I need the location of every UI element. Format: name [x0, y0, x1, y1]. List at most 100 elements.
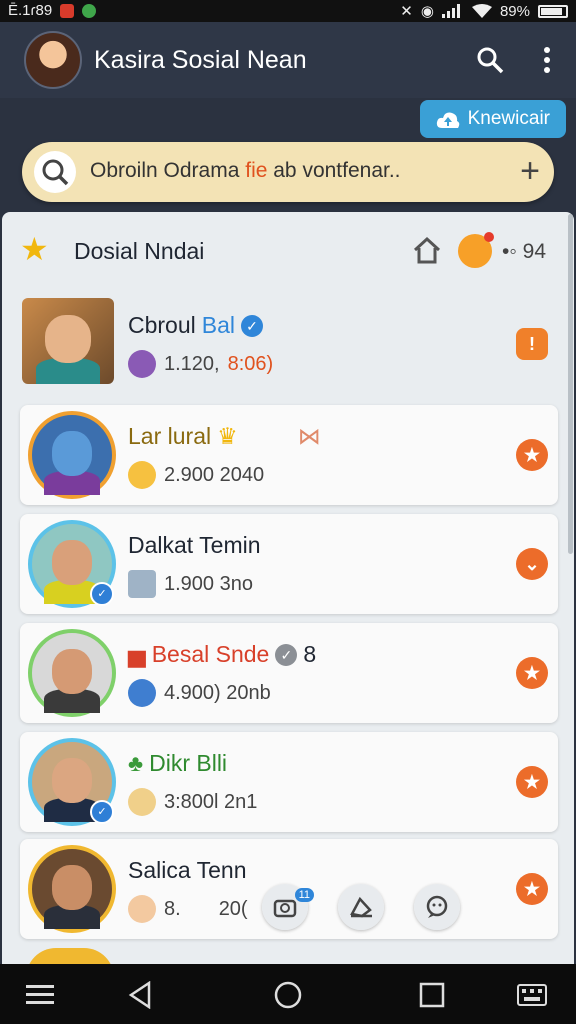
star-icon: ★ — [523, 771, 541, 792]
info-button[interactable]: ! — [516, 328, 548, 360]
item-meta: 8. 20( — [128, 895, 248, 923]
search-field-icon-wrap — [34, 151, 76, 193]
user-avatar-icon — [128, 350, 156, 378]
search-button[interactable] — [470, 40, 510, 80]
scrollbar[interactable] — [568, 214, 573, 554]
cloud-upload-icon — [436, 112, 459, 128]
home-button[interactable] — [268, 978, 308, 1012]
item-name-extra: 8 — [303, 641, 317, 667]
create-button-label: Knewicair — [467, 108, 550, 129]
item-meta-value: 8. — [164, 897, 181, 920]
item-meta: 4.900) 20nb — [128, 679, 271, 707]
list-item[interactable]: ✓ ♣ Dikr Blli 3:800l 2n1 ★ — [20, 732, 558, 832]
item-name: Salica Tenn — [128, 857, 247, 884]
item-name-text: Salica Tenn — [128, 857, 247, 883]
item-meta-value: 2.900 2040 — [164, 463, 265, 486]
favorite-button[interactable]: ★ — [516, 439, 548, 471]
search-icon — [477, 47, 504, 74]
item-meta-value: 3:800l 2n1 — [164, 790, 258, 813]
signal-icon — [441, 4, 460, 18]
app-title: Kasira Sosial Nean — [94, 46, 307, 74]
baby-icon — [128, 895, 156, 923]
verified-icon: ✓ — [275, 643, 298, 666]
location-icon — [128, 679, 156, 707]
item-meta-value: 1.120, — [164, 352, 220, 375]
battery-icon — [538, 4, 568, 18]
keyboard-button[interactable] — [512, 978, 552, 1012]
chat-icon — [426, 895, 448, 918]
favorite-button[interactable]: ★ — [516, 873, 548, 905]
battery-percent: 89% — [499, 2, 530, 20]
list-item[interactable]: ▅ Besal Snde ✓ 8 4.900) 20nb ★ — [20, 623, 558, 723]
list-item[interactable]: Lar lural ♛ ⋈ 2.900 2040 ★ — [20, 405, 558, 505]
store-icon: ▅ — [128, 641, 146, 667]
emoji-icon[interactable] — [458, 232, 494, 268]
back-button[interactable] — [120, 978, 160, 1012]
wifi-icon — [471, 4, 492, 18]
verified-badge-icon: ✓ — [90, 582, 114, 606]
search-text-highlight: fie — [245, 159, 268, 182]
create-button[interactable]: Knewicair — [419, 100, 566, 138]
status-time: Ē.1ɾ89 — [8, 2, 53, 19]
list-item[interactable]: ✓ Dalkat Temin 1.900 3no ⌄ — [20, 514, 558, 614]
search-text-start: Obroiln Odrama — [90, 159, 246, 182]
item-meta-accent: 8:06) — [227, 352, 274, 375]
recents-button[interactable] — [412, 978, 452, 1012]
verified-badge-icon: ✓ — [90, 800, 114, 824]
search-text-end: ab vontfenar.. — [267, 159, 401, 182]
list-item[interactable]: Cbroul Bal ✓ 1.120, 8:06) ! — [20, 294, 558, 394]
verified-icon: ✓ — [241, 314, 264, 337]
favorite-button[interactable]: ★ — [516, 766, 548, 798]
accept-button[interactable]: ⌄ — [516, 548, 548, 580]
item-meta-value: 4.900) 20nb — [164, 681, 271, 704]
item-name-text: Lar lural — [128, 423, 212, 449]
plus-icon[interactable]: + — [520, 151, 540, 191]
item-meta: 2.900 2040 — [128, 461, 264, 489]
item-name-part-accent: Bal — [201, 312, 236, 338]
menu-button[interactable] — [20, 978, 60, 1012]
avatar — [22, 298, 114, 384]
panel-header: ★ Dosial Nndai •◦ 94 — [2, 212, 574, 286]
notes-button[interactable] — [338, 884, 384, 930]
mute-icon: ✕ — [400, 3, 413, 20]
favorite-button[interactable]: ★ — [516, 657, 548, 689]
face-icon — [128, 788, 156, 816]
avatar: ✓ — [28, 520, 116, 608]
item-name: ♣ Dikr Blli — [128, 750, 227, 777]
search-input[interactable]: Obroiln Odrama fie ab vontfenar.. — [90, 159, 401, 183]
camera-icon — [273, 899, 297, 918]
item-name: Cbroul Bal ✓ — [128, 312, 264, 339]
home-icon[interactable] — [412, 236, 442, 264]
item-name-text: Dikr Blli — [149, 750, 228, 776]
info-icon: ! — [529, 333, 535, 354]
item-name-text: Besal Snde — [151, 641, 270, 667]
item-name: Dalkat Temin — [128, 532, 261, 559]
avatar — [28, 629, 116, 717]
notification-icon — [60, 3, 75, 18]
star-icon: ★ — [523, 662, 541, 683]
profile-avatar[interactable] — [24, 31, 82, 89]
item-meta-tail: 20( — [218, 897, 248, 920]
camera-button[interactable]: 11 — [262, 884, 314, 930]
home-icon — [274, 981, 302, 1009]
camera-badge: 11 — [294, 888, 314, 902]
search-bar[interactable]: Obroiln Odrama fie ab vontfenar.. + — [22, 142, 554, 202]
ribbon-icon: ⋈ — [297, 423, 321, 449]
item-name-part: Cbroul — [128, 312, 196, 338]
notes-icon — [350, 896, 372, 918]
more-button[interactable] — [527, 40, 567, 80]
menu-icon — [26, 985, 54, 1004]
avatar — [28, 845, 116, 933]
star-icon: ★ — [20, 231, 49, 267]
avatar: ✓ — [28, 738, 116, 826]
item-name: ▅ Besal Snde ✓ 8 — [128, 641, 316, 668]
panel-title: Dosial Nndai — [74, 238, 205, 264]
item-meta-value: 1.900 3no — [164, 572, 253, 595]
item-meta: 1.120, 8:06) — [128, 350, 273, 378]
item-name: Lar lural ♛ ⋈ — [128, 423, 321, 450]
chat-button[interactable] — [414, 884, 460, 930]
trophy-icon: ♛ — [217, 423, 238, 449]
smile-icon — [128, 461, 156, 489]
star-icon: ★ — [523, 444, 541, 465]
wifi-calling-icon: ◉ — [420, 3, 434, 20]
